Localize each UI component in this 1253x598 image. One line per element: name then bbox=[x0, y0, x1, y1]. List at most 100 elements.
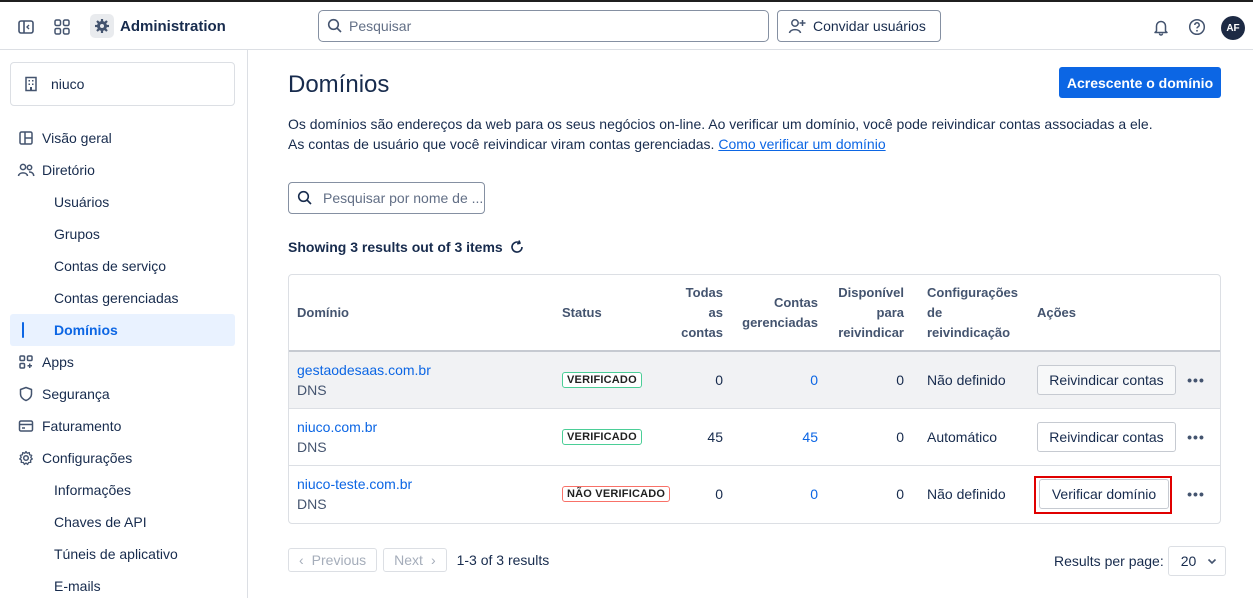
available-count: 0 bbox=[896, 372, 904, 388]
sidebar-item-label: Apps bbox=[42, 354, 74, 370]
managed-accounts-link[interactable]: 0 bbox=[729, 372, 818, 388]
domain-search-placeholder: Pesquisar por nome de ... bbox=[323, 190, 484, 206]
domains-table: Domínio Status Todas as contas Contas ge… bbox=[288, 274, 1221, 524]
chevron-down-icon bbox=[1206, 555, 1218, 567]
sidebar-item-managed-accounts[interactable]: Contas gerenciadas bbox=[10, 282, 235, 314]
help-icon[interactable] bbox=[1185, 15, 1209, 39]
sidebar-item-label: Chaves de API bbox=[54, 514, 147, 530]
add-domain-button[interactable]: Acrescente o domínio bbox=[1059, 67, 1221, 98]
column-header-available[interactable]: Disponível para reivindicar bbox=[829, 283, 904, 343]
column-header-status[interactable]: Status bbox=[562, 303, 602, 323]
sidebar-item-label: Informações bbox=[54, 482, 132, 498]
column-header-claim-config[interactable]: Configurações de reivindicação bbox=[927, 283, 1018, 343]
shield-icon bbox=[16, 384, 36, 404]
header-line: reivindicar bbox=[838, 325, 904, 340]
app-title[interactable]: Administration bbox=[120, 18, 226, 35]
more-options-icon[interactable]: ••• bbox=[1184, 368, 1208, 392]
verification-method: DNS bbox=[297, 439, 327, 455]
results-text: Showing 3 results out of 3 items bbox=[288, 239, 503, 255]
invite-users-button[interactable]: Convidar usuários bbox=[777, 10, 941, 42]
invite-users-label: Convidar usuários bbox=[813, 18, 926, 34]
sidebar-item-label: Segurança bbox=[42, 386, 110, 402]
sidebar-item-settings[interactable]: Configurações bbox=[10, 442, 235, 474]
add-person-icon bbox=[788, 19, 806, 34]
table-header: Domínio Status Todas as contas Contas ge… bbox=[289, 275, 1220, 352]
sidebar-item-security[interactable]: Segurança bbox=[10, 378, 235, 410]
claim-config-value: Não definido bbox=[927, 372, 1006, 388]
column-header-managed-accounts[interactable]: Contas gerenciadas bbox=[729, 293, 818, 333]
how-to-verify-link[interactable]: Como verificar um domínio bbox=[718, 136, 885, 152]
sidebar-item-groups[interactable]: Grupos bbox=[10, 218, 235, 250]
verification-method: DNS bbox=[297, 496, 327, 512]
search-placeholder: Pesquisar bbox=[349, 18, 412, 34]
building-icon bbox=[25, 76, 37, 92]
all-accounts-count: 0 bbox=[715, 486, 723, 502]
header-line: reivindicação bbox=[927, 325, 1011, 340]
search-icon bbox=[297, 190, 312, 205]
header-line: Configurações bbox=[927, 285, 1019, 300]
more-options-icon[interactable]: ••• bbox=[1184, 425, 1208, 449]
column-header-all-accounts[interactable]: Todas as contas bbox=[669, 283, 723, 343]
results-per-page-select[interactable]: 20 bbox=[1167, 546, 1226, 576]
sidebar-item-label: Usuários bbox=[54, 194, 110, 210]
sidebar-item-emails[interactable]: E-mails bbox=[10, 570, 235, 598]
status-badge: VERIFICADO bbox=[562, 429, 642, 445]
sidebar-toggle-icon[interactable] bbox=[14, 15, 38, 39]
sidebar: niuco Visão geral Diretório Usuários Gru… bbox=[0, 50, 248, 598]
page-title: Domínios bbox=[288, 71, 390, 98]
claim-config-value: Automático bbox=[927, 429, 998, 445]
header-line: Todas bbox=[685, 285, 723, 300]
sidebar-item-domains[interactable]: Domínios bbox=[10, 314, 235, 346]
search-icon bbox=[327, 18, 342, 33]
available-count: 0 bbox=[896, 429, 904, 445]
all-accounts-count: 0 bbox=[715, 372, 723, 388]
administration-gear-icon[interactable] bbox=[90, 14, 114, 38]
pagination: ‹ Previous Next › 1-3 of 3 results bbox=[288, 548, 549, 572]
refresh-icon[interactable] bbox=[509, 239, 525, 255]
sidebar-item-billing[interactable]: Faturamento bbox=[10, 410, 235, 442]
header-line: de bbox=[927, 305, 943, 320]
previous-label: Previous bbox=[311, 552, 367, 568]
sidebar-item-label: Visão geral bbox=[42, 130, 112, 146]
verification-method: DNS bbox=[297, 382, 327, 398]
domain-link[interactable]: gestaodesaas.com.br bbox=[297, 362, 431, 378]
column-header-domain[interactable]: Domínio bbox=[297, 303, 349, 323]
results-per-page-label: Results per page: bbox=[1054, 553, 1164, 569]
managed-accounts-link[interactable]: 45 bbox=[729, 429, 818, 445]
column-header-actions: Ações bbox=[1037, 305, 1077, 320]
sidebar-item-app-tunnels[interactable]: Túneis de aplicativo bbox=[10, 538, 235, 570]
billing-icon bbox=[16, 416, 36, 436]
sidebar-item-users[interactable]: Usuários bbox=[10, 186, 235, 218]
sidebar-item-apps[interactable]: Apps bbox=[10, 346, 235, 378]
layout-icon bbox=[16, 128, 36, 148]
results-per-page-value: 20 bbox=[1180, 553, 1197, 569]
next-page-button[interactable]: Next › bbox=[383, 548, 447, 572]
sidebar-item-overview[interactable]: Visão geral bbox=[10, 122, 235, 154]
sidebar-item-label: Diretório bbox=[42, 162, 95, 178]
header-line: gerenciadas bbox=[742, 315, 818, 330]
sidebar-item-label: Domínios bbox=[54, 322, 118, 338]
sidebar-item-directory[interactable]: Diretório bbox=[10, 154, 235, 186]
organization-selector[interactable]: niuco bbox=[10, 62, 235, 106]
sidebar-item-api-keys[interactable]: Chaves de API bbox=[10, 506, 235, 538]
domain-link[interactable]: niuco.com.br bbox=[297, 419, 377, 435]
avatar[interactable]: AF bbox=[1221, 16, 1245, 40]
sidebar-item-information[interactable]: Informações bbox=[10, 474, 235, 506]
claim-accounts-button[interactable]: Reivindicar contas bbox=[1037, 365, 1176, 395]
global-search-input[interactable]: Pesquisar bbox=[318, 10, 769, 42]
notifications-bell-icon[interactable] bbox=[1149, 15, 1173, 39]
previous-page-button[interactable]: ‹ Previous bbox=[288, 548, 378, 572]
table-row: niuco.com.br DNS VERIFICADO 45 45 0 Auto… bbox=[289, 409, 1220, 466]
results-summary: Showing 3 results out of 3 items bbox=[288, 239, 525, 255]
header-line: para bbox=[876, 305, 904, 320]
more-options-icon[interactable]: ••• bbox=[1184, 482, 1208, 506]
domain-link[interactable]: niuco-teste.com.br bbox=[297, 476, 412, 492]
header-line: Contas bbox=[773, 295, 818, 310]
sidebar-item-label: E-mails bbox=[54, 578, 101, 594]
managed-accounts-link[interactable]: 0 bbox=[729, 486, 818, 502]
domain-search-input[interactable]: Pesquisar por nome de ... bbox=[288, 182, 485, 214]
sidebar-item-service-accounts[interactable]: Contas de serviço bbox=[10, 250, 235, 282]
app-switcher-icon[interactable] bbox=[50, 15, 74, 39]
claim-accounts-button[interactable]: Reivindicar contas bbox=[1037, 422, 1176, 452]
apps-icon bbox=[16, 352, 36, 372]
